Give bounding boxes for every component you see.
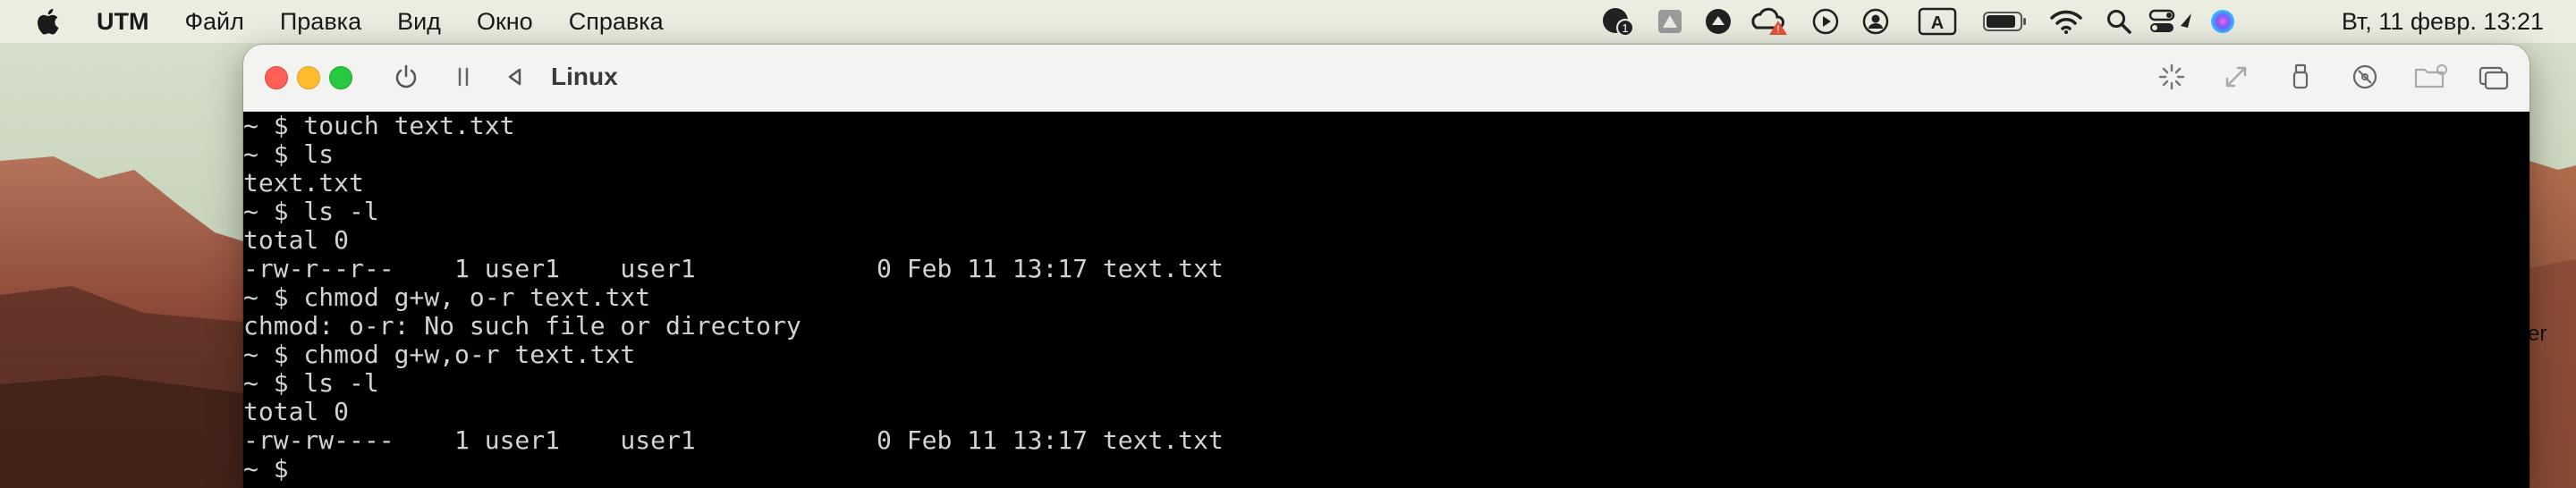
back-icon[interactable] bbox=[499, 61, 531, 93]
creative-cloud-icon[interactable]: ! bbox=[1750, 7, 1791, 36]
capture-input-icon[interactable] bbox=[2156, 61, 2188, 93]
terminal-line: ~ $ touch text.txt bbox=[243, 111, 515, 140]
battery-icon[interactable] bbox=[1982, 7, 2029, 36]
desktop-edge-label: er bbox=[2528, 322, 2547, 346]
terminal-line: -rw-r--r-- 1 user1 user1 0 Feb 11 13:17 … bbox=[243, 254, 1224, 283]
terminal-line: -rw-rw---- 1 user1 user1 0 Feb 11 13:17 … bbox=[243, 425, 1224, 455]
menubar-clock[interactable]: Вт, 11 февр. 13:21 bbox=[2342, 0, 2544, 43]
minimize-button[interactable] bbox=[297, 66, 320, 89]
search-icon[interactable] bbox=[2104, 7, 2134, 36]
terminal-line: total 0 bbox=[243, 225, 350, 255]
power-icon[interactable] bbox=[390, 61, 422, 93]
vm-window: Linux ~ $ touch text.txt ~ $ ls text.txt… bbox=[243, 45, 2529, 488]
terminal-line: ~ $ ls -l bbox=[243, 368, 379, 398]
input-source-icon[interactable]: A bbox=[1918, 7, 1957, 36]
terminal-prompt-line[interactable]: ~ $ bbox=[243, 455, 1224, 484]
wifi-icon[interactable] bbox=[2048, 7, 2084, 36]
cd-drive-icon[interactable] bbox=[2349, 61, 2381, 93]
terminal-output: ~ $ touch text.txt ~ $ ls text.txt ~ $ l… bbox=[243, 112, 1224, 484]
terminal-line: ~ $ ls -l bbox=[243, 197, 379, 226]
terminal-line: ~ $ ls bbox=[243, 139, 335, 169]
drive-icon[interactable] bbox=[1655, 7, 1685, 36]
menu-file[interactable]: Файл bbox=[184, 8, 243, 36]
menu-view[interactable]: Вид bbox=[397, 8, 441, 36]
terminal-line: ~ $ chmod g+w,o-r text.txt bbox=[243, 340, 636, 369]
svg-text:!: ! bbox=[1776, 23, 1779, 36]
menu-window[interactable]: Окно bbox=[477, 8, 533, 36]
shared-folder-icon[interactable] bbox=[2411, 61, 2451, 93]
app-menu: UTM Файл Правка Вид Окно Справка bbox=[97, 0, 699, 43]
pause-icon[interactable] bbox=[447, 61, 479, 93]
terminal-line: chmod: o-r: No such file or directory bbox=[243, 311, 801, 341]
apple-icon[interactable] bbox=[34, 6, 64, 37]
svg-text:1: 1 bbox=[1622, 21, 1628, 35]
terminal-line: ~ $ chmod g+w, o-r text.txt bbox=[243, 282, 651, 312]
close-button[interactable] bbox=[265, 66, 288, 89]
menu-help[interactable]: Справка bbox=[569, 8, 664, 36]
control-center-icon[interactable] bbox=[2148, 7, 2195, 36]
menubar: UTM Файл Правка Вид Окно Справка 1 ! A В… bbox=[0, 0, 2576, 43]
user-icon[interactable] bbox=[1860, 7, 1891, 36]
window-title: Linux bbox=[551, 63, 618, 90]
browser-extension-icon[interactable] bbox=[1703, 7, 1733, 36]
siri-icon[interactable] bbox=[2207, 7, 2238, 36]
terminal-line: total 0 bbox=[243, 397, 350, 426]
play-icon[interactable] bbox=[1810, 7, 1841, 36]
menu-edit[interactable]: Правка bbox=[280, 8, 361, 36]
usb-icon[interactable] bbox=[2284, 61, 2317, 93]
menu-utm[interactable]: UTM bbox=[97, 8, 148, 36]
notification-count-icon[interactable]: 1 bbox=[1601, 7, 1637, 37]
terminal-line: text.txt bbox=[243, 168, 364, 198]
terminal-screen[interactable]: ~ $ touch text.txt ~ $ ls text.txt ~ $ l… bbox=[243, 112, 2529, 488]
windows-icon[interactable] bbox=[2476, 61, 2512, 93]
window-titlebar: Linux bbox=[243, 45, 2529, 112]
resize-icon[interactable] bbox=[2220, 61, 2252, 93]
zoom-button[interactable] bbox=[329, 66, 352, 89]
svg-text:A: A bbox=[1931, 13, 1944, 33]
